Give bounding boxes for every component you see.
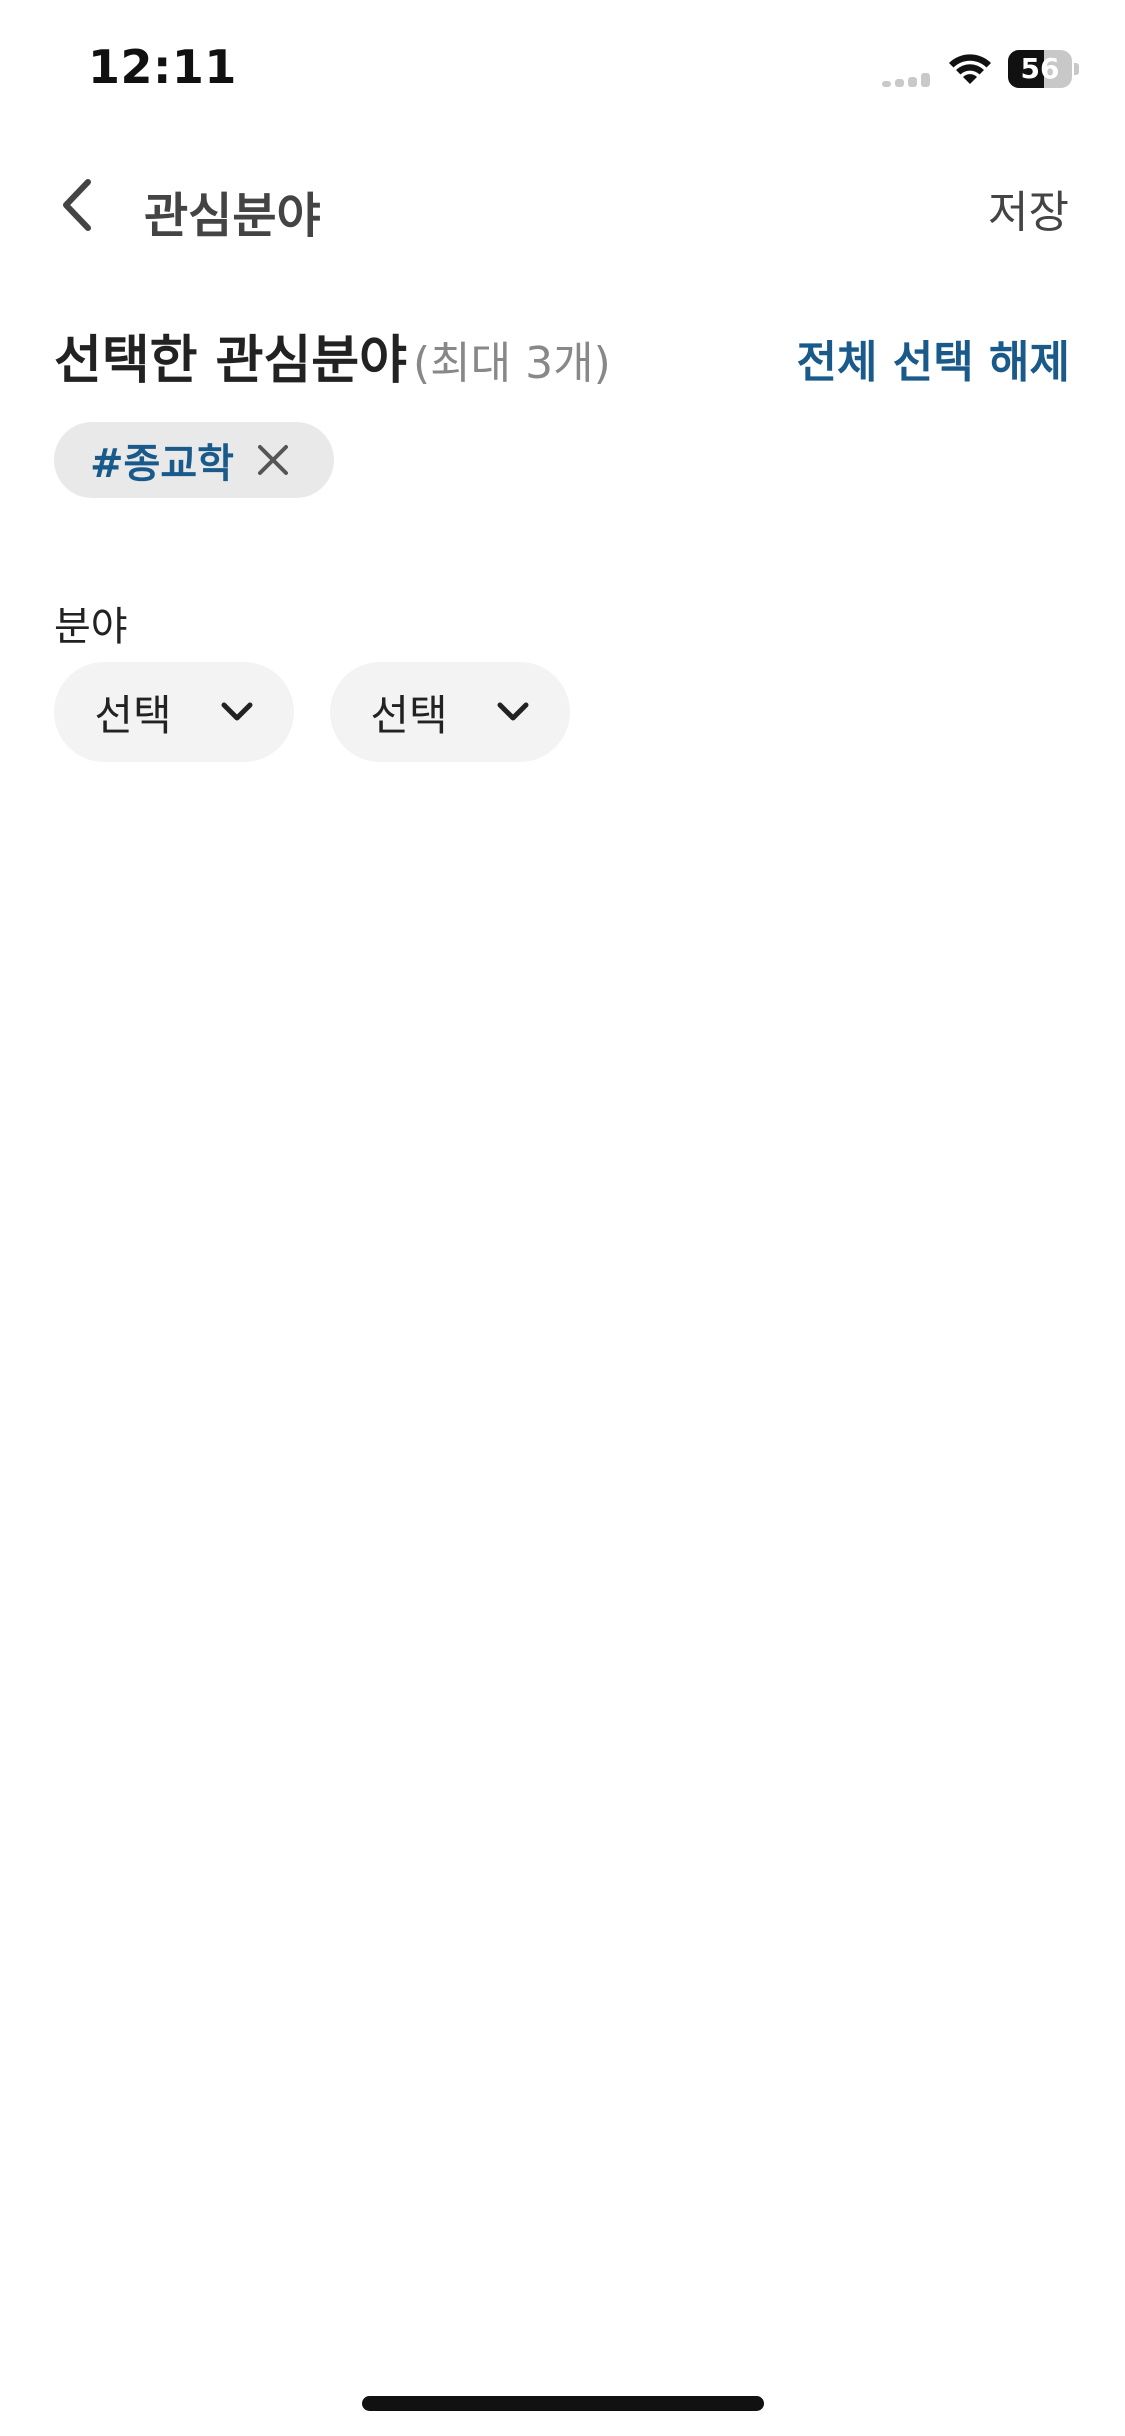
dropdown-label: 선택 bbox=[94, 690, 172, 740]
field-label: 분야 bbox=[54, 604, 128, 650]
status-time: 12:11 bbox=[88, 40, 237, 94]
battery-level: 56 bbox=[1020, 52, 1060, 85]
selected-interests-section: 선택한 관심분야 (최대 3개) 전체 선택 해제 #종교학 bbox=[54, 318, 1070, 498]
chevron-left-icon bbox=[63, 179, 91, 231]
wifi-icon bbox=[949, 54, 991, 84]
dropdown-label: 선택 bbox=[370, 690, 448, 740]
selected-title-row: 선택한 관심분야 (최대 3개) 전체 선택 해제 bbox=[54, 318, 1070, 391]
save-button[interactable]: 저장 bbox=[988, 176, 1069, 240]
page-title: 관심분야 bbox=[144, 188, 321, 244]
field-section: 분야 선택 선택 bbox=[54, 594, 1070, 762]
dropdown-row: 선택 선택 bbox=[54, 662, 570, 762]
chevron-down-icon bbox=[497, 702, 529, 721]
clear-all-button[interactable]: 전체 선택 해제 bbox=[796, 326, 1070, 390]
close-icon[interactable] bbox=[256, 443, 290, 477]
field-dropdown-2[interactable]: 선택 bbox=[330, 662, 570, 762]
battery-icon: 56 bbox=[1008, 50, 1079, 88]
interest-tag-chip: #종교학 bbox=[54, 422, 334, 498]
tag-label: #종교학 bbox=[90, 441, 234, 487]
home-indicator[interactable] bbox=[362, 2396, 764, 2411]
header: 관심분야 저장 bbox=[0, 150, 1125, 260]
status-bar: 12:11 56 bbox=[0, 0, 1125, 140]
selected-title: 선택한 관심분야 (최대 3개) bbox=[54, 318, 611, 393]
selected-limit: (최대 3개) bbox=[412, 338, 611, 389]
selected-title-text: 선택한 관심분야 bbox=[54, 331, 407, 391]
chevron-down-icon bbox=[221, 702, 253, 721]
back-button[interactable] bbox=[42, 170, 112, 240]
signal-icon bbox=[882, 73, 934, 87]
field-dropdown-1[interactable]: 선택 bbox=[54, 662, 294, 762]
